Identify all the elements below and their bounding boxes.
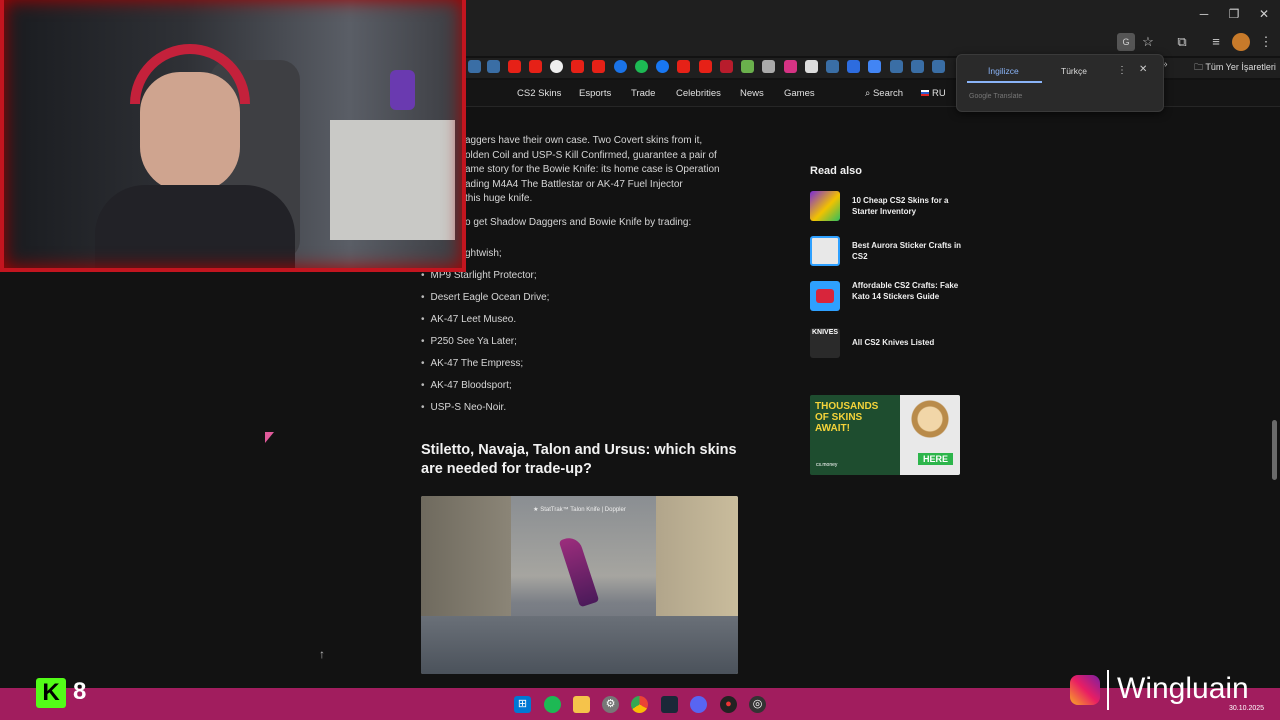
list-item: Desert Eagle Ocean Drive; (421, 292, 550, 303)
bookmark-youtube-icon[interactable] (677, 60, 690, 73)
translate-tab-turkish[interactable]: Türkçe (1061, 66, 1087, 76)
nav-link-celebrities[interactable]: Celebrities (676, 88, 721, 99)
bookmark-steam-icon[interactable] (468, 60, 481, 73)
read-also-link[interactable]: All CS2 Knives Listed (852, 338, 962, 349)
bookmark-site-icon[interactable] (847, 60, 860, 73)
read-also-title: Read also (810, 165, 862, 177)
banner-brand: cs.money (816, 462, 838, 468)
flag-icon (921, 90, 929, 96)
browser-menu-icon[interactable]: ⋮ (1257, 33, 1275, 51)
read-also-thumb[interactable] (810, 281, 840, 311)
maximize-icon[interactable]: ❐ (1226, 6, 1242, 22)
instagram-icon (1070, 675, 1100, 705)
kick-logo: K (36, 678, 66, 708)
read-also-thumb[interactable]: KNIVES (810, 328, 840, 358)
webcam-frame (0, 0, 466, 272)
bookmark-site-icon[interactable] (805, 60, 818, 73)
list-item: ghtwish; (465, 248, 502, 259)
bookmark-docs-icon[interactable] (868, 60, 881, 73)
bookmark-site-icon[interactable] (741, 60, 754, 73)
list-item: AK-47 The Empress; (421, 358, 524, 369)
bookmark-steam-icon[interactable] (826, 60, 839, 73)
page-scrollbar-thumb[interactable] (1272, 420, 1277, 480)
translate-popup: İngilizce Türkçe ⋮ ✕ Google Translate (956, 54, 1164, 112)
divider (1107, 670, 1109, 710)
bookmark-steam-icon[interactable] (932, 60, 945, 73)
file-explorer-icon[interactable] (573, 696, 590, 713)
scroll-top-arrow-icon[interactable]: ↑ (314, 646, 330, 662)
bookmark-spotify-icon[interactable] (635, 60, 648, 73)
app-icon[interactable]: ◎ (749, 696, 766, 713)
folder-icon: 🗀 (1194, 62, 1206, 72)
bookmark-facebook-icon[interactable] (656, 60, 669, 73)
nav-link-news[interactable]: News (740, 88, 764, 99)
bookmark-site-icon[interactable] (890, 60, 903, 73)
translate-options-icon[interactable]: ⋮ (1117, 65, 1127, 76)
knife-blade (558, 534, 600, 608)
nav-link-games[interactable]: Games (784, 88, 815, 99)
banner-text: THOUSANDS OF SKINS AWAIT! (815, 401, 879, 434)
profile-avatar[interactable] (1232, 33, 1250, 51)
read-also-thumb[interactable] (810, 191, 840, 221)
extensions-icon[interactable]: ⧉ (1173, 33, 1191, 51)
section-heading: Stiletto, Navaja, Talon and Ursus: which… (421, 442, 737, 477)
translate-icon[interactable]: G (1117, 33, 1135, 51)
translate-close-icon[interactable]: ✕ (1139, 64, 1147, 75)
promo-banner[interactable]: THOUSANDS OF SKINS AWAIT! HERE cs.money (810, 395, 960, 475)
all-bookmarks-folder[interactable]: 🗀 Tüm Yer İşaretleri (1194, 60, 1276, 76)
bookmark-youtube-icon[interactable] (699, 60, 712, 73)
discord-icon[interactable] (690, 696, 707, 713)
bookmark-youtube-icon[interactable] (508, 60, 521, 73)
instagram-name: Wingluain (1117, 672, 1249, 705)
taskbar-date: 30.10.2025 (1229, 705, 1265, 712)
list-item: USP-S Neo-Noir. (421, 402, 507, 413)
app-icon[interactable]: ● (720, 696, 737, 713)
article-paragraph: o get Shadow Daggers and Bowie Knife by … (465, 217, 692, 228)
list-item: AK-47 Leet Museo. (421, 314, 517, 325)
read-also-thumb[interactable] (810, 236, 840, 266)
search-button[interactable]: ⌕ Search (865, 88, 903, 99)
nav-link-cs2-skins[interactable]: CS2 Skins (517, 88, 561, 99)
channel-badge: 8 (73, 678, 87, 705)
search-icon: ⌕ (865, 88, 873, 99)
article-image: ★ StatTrak™ Talon Knife | Doppler (421, 496, 738, 674)
chrome-icon[interactable] (631, 696, 648, 713)
bookmark-star-icon[interactable]: ☆ (1139, 33, 1157, 51)
image-caption: ★ StatTrak™ Talon Knife | Doppler (533, 507, 626, 513)
bookmark-site-icon[interactable] (762, 60, 775, 73)
list-item: P250 See Ya Later; (421, 336, 517, 347)
bookmark-site-icon[interactable] (614, 60, 627, 73)
reading-list-icon[interactable]: ≡ (1207, 33, 1225, 51)
bookmark-steam-icon[interactable] (487, 60, 500, 73)
street (421, 616, 738, 674)
minimize-icon[interactable]: ─ (1196, 6, 1212, 22)
settings-gear-icon[interactable]: ⚙ (602, 696, 619, 713)
article-paragraph: aggers have their own case. Two Covert s… (465, 135, 720, 204)
read-also-link[interactable]: Best Aurora Sticker Crafts in CS2 (852, 241, 962, 262)
windows-start-icon[interactable]: ⊞ (514, 696, 531, 713)
list-item: AK-47 Bloodsport; (421, 380, 512, 391)
bookmark-youtube-icon[interactable] (571, 60, 584, 73)
nav-link-trade[interactable]: Trade (631, 88, 655, 99)
bookmark-site-icon[interactable] (784, 60, 797, 73)
read-also-link[interactable]: 10 Cheap CS2 Skins for a Starter Invento… (852, 196, 962, 217)
active-tab-indicator (967, 81, 1042, 83)
translate-tab-english[interactable]: İngilizce (988, 66, 1019, 76)
nav-link-esports[interactable]: Esports (579, 88, 611, 99)
bookmark-site-icon[interactable] (550, 60, 563, 73)
language-switch[interactable]: RU (921, 88, 946, 99)
webcam-overlay (0, 0, 466, 272)
sticker-shape (816, 289, 834, 303)
read-also-link[interactable]: Affordable CS2 Crafts: Fake Kato 14 Stic… (852, 281, 962, 302)
banner-cta: HERE (918, 453, 954, 465)
bookmark-youtube-icon[interactable] (592, 60, 605, 73)
bookmark-youtube-icon[interactable] (529, 60, 542, 73)
spotify-icon[interactable] (544, 696, 561, 713)
steam-icon[interactable] (661, 696, 678, 713)
bookmark-site-icon[interactable] (720, 60, 733, 73)
google-translate-brand: Google Translate (969, 93, 1023, 100)
bookmark-steam-icon[interactable] (911, 60, 924, 73)
close-window-icon[interactable]: ✕ (1256, 6, 1272, 22)
cursor-icon (265, 432, 274, 443)
